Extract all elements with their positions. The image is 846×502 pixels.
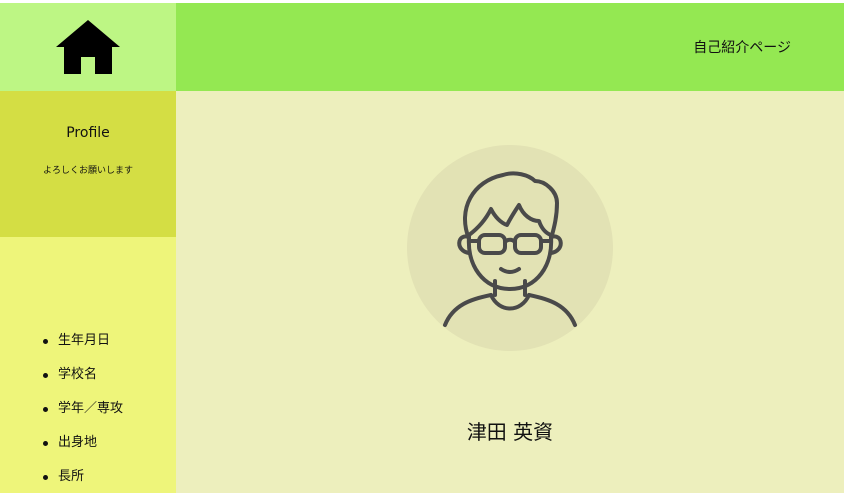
person-avatar-icon: [443, 171, 577, 327]
sidebar-item-label: 学年／専攻: [58, 401, 124, 416]
bullet-icon: [43, 441, 48, 446]
sidebar-item-label: 学校名: [58, 367, 98, 382]
sidebar: Profile よろしくお願いします 生年月日 学校名 学年／専攻 出身地 長所: [0, 91, 176, 493]
sidebar-item-label: 長所: [58, 469, 85, 484]
sidebar-item-strengths[interactable]: 長所: [42, 468, 123, 502]
bullet-icon: [43, 339, 48, 344]
main-content: 津田 英資: [176, 91, 844, 493]
profile-box: Profile よろしくお願いします: [0, 91, 176, 237]
sidebar-item-label: 出身地: [58, 435, 98, 450]
person-name: 津田 英資: [466, 420, 554, 444]
profile-subtitle: よろしくお願いします: [42, 166, 133, 176]
page-header: 自己紹介ページ: [176, 3, 844, 91]
sidebar-list: 生年月日 学校名 学年／専攻 出身地 長所: [42, 332, 123, 502]
page-title: 自己紹介ページ: [693, 40, 791, 56]
sidebar-item-label: 生年月日: [58, 333, 111, 348]
sidebar-item-school[interactable]: 学校名: [42, 366, 123, 400]
bullet-icon: [43, 373, 48, 378]
avatar: [407, 145, 613, 351]
profile-title: Profile: [66, 125, 110, 141]
page-frame: 自己紹介ページ Profile よろしくお願いします 生年月日 学校名 学年／専…: [0, 3, 844, 493]
bullet-icon: [43, 407, 48, 412]
sidebar-item-hometown[interactable]: 出身地: [42, 434, 123, 468]
home-icon: [56, 20, 120, 74]
home-button[interactable]: [0, 3, 176, 91]
sidebar-nav: 生年月日 学校名 学年／専攻 出身地 長所: [0, 237, 176, 493]
sidebar-item-birthday[interactable]: 生年月日: [42, 332, 123, 366]
sidebar-item-grade-major[interactable]: 学年／専攻: [42, 400, 123, 434]
bullet-icon: [43, 475, 48, 480]
